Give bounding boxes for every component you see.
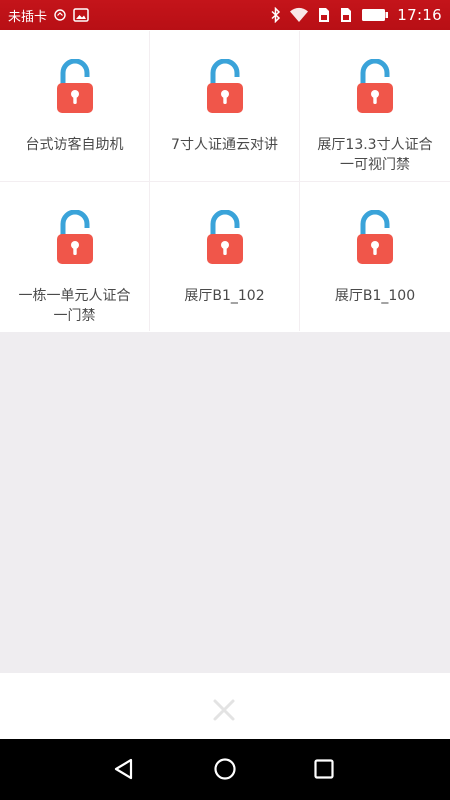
lock-icon (357, 59, 393, 113)
device-label-line1: 展厅13.3寸人证合 (317, 137, 433, 153)
device-tile[interactable]: 一栋一单元人证合 一门禁 (0, 182, 149, 332)
battery-icon (361, 8, 389, 22)
lock-icon (56, 59, 93, 113)
device-label-line2: 一门禁 (53, 308, 96, 324)
device-tile[interactable]: 展厅13.3寸人证合 一可视门禁 (300, 31, 450, 181)
device-tile[interactable]: 7寸人证通云对讲 (150, 31, 299, 181)
clock: 17:16 (397, 6, 442, 24)
device-label: 7寸人证通云对讲 (152, 135, 297, 155)
device-label-line1: 一栋一单元人证合 (18, 288, 131, 304)
device-label-line1: 7寸人证通云对讲 (171, 137, 278, 153)
lock-icon (56, 210, 93, 264)
image-icon (73, 8, 89, 22)
lock-icon (357, 210, 393, 264)
device-tile[interactable]: 展厅B1_100 (300, 182, 450, 332)
recent-apps-icon[interactable] (310, 755, 338, 783)
device-tile[interactable]: 展厅B1_102 (150, 182, 299, 332)
wifi-icon (289, 7, 309, 23)
status-left: 未插卡 (8, 6, 89, 25)
device-label-line1: 展厅B1_102 (184, 288, 265, 304)
device-label-line1: 展厅B1_100 (334, 288, 416, 304)
status-right: 17:16 (271, 6, 442, 24)
navigation-bar (0, 739, 450, 800)
close-bar (0, 673, 450, 739)
usb-icon (53, 8, 67, 22)
empty-area (0, 332, 450, 673)
device-grid: 台式访客自助机 7寸人证通云对讲 展厅13.3寸人证合 一可视门禁 一栋一单元人… (0, 31, 450, 332)
device-label-line2: 一可视门禁 (340, 157, 410, 173)
home-icon[interactable] (211, 755, 239, 783)
sim-icon (339, 7, 353, 23)
carrier-label: 未插卡 (8, 9, 48, 25)
close-icon[interactable] (209, 695, 239, 725)
lock-icon (206, 210, 243, 264)
lock-icon (206, 59, 243, 113)
device-label: 台式访客自助机 (2, 135, 147, 155)
device-label: 一栋一单元人证合 一门禁 (2, 286, 147, 326)
bluetooth-icon (271, 7, 281, 23)
device-label: 展厅B1_100 (302, 286, 448, 306)
device-label: 展厅B1_102 (152, 286, 297, 306)
device-tile[interactable]: 台式访客自助机 (0, 31, 149, 181)
sim-icon (317, 7, 331, 23)
status-bar: 未插卡 17:16 (0, 0, 450, 30)
device-label: 展厅13.3寸人证合 一可视门禁 (302, 135, 448, 175)
back-icon[interactable] (110, 755, 138, 783)
device-label-line1: 台式访客自助机 (25, 137, 124, 153)
